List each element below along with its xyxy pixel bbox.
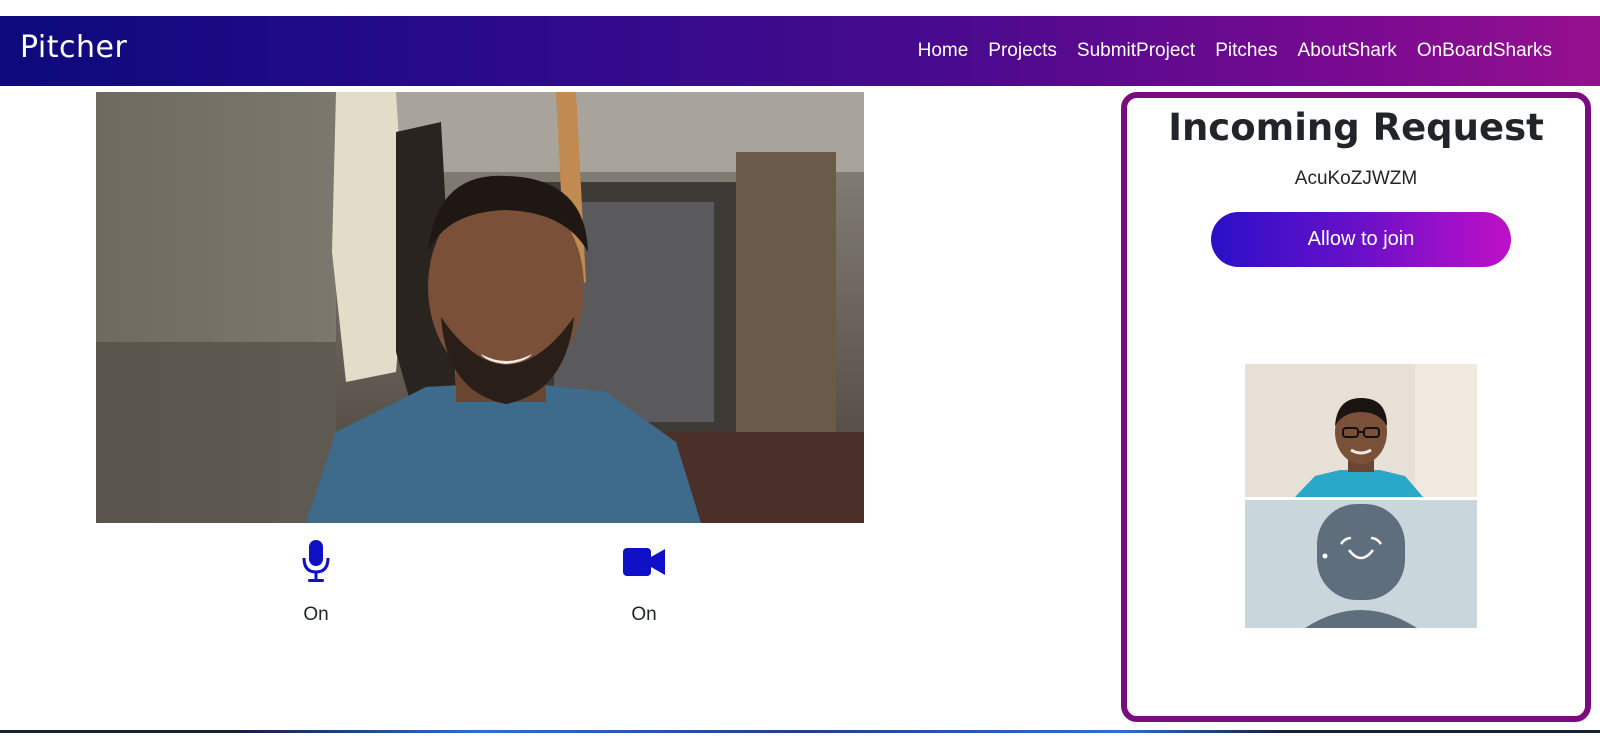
local-video-feed (96, 92, 864, 523)
default-avatar-icon (1245, 500, 1477, 628)
nav-link-onboard-sharks[interactable]: OnBoardSharks (1407, 40, 1562, 62)
mic-status: On (303, 604, 329, 625)
placeholder-avatar-thumbnail (1245, 500, 1477, 628)
requester-video-thumbnail (1245, 364, 1477, 497)
video-camera-icon[interactable] (623, 540, 665, 584)
top-navbar: Pitcher Home Projects SubmitProject Pitc… (0, 16, 1600, 86)
media-controls: On On (0, 540, 1000, 640)
requester-id: AcuKoZJWZM (1294, 168, 1418, 189)
camera-status: On (631, 604, 657, 625)
incoming-request-panel: Incoming Request AcuKoZJWZM Allow to joi… (1121, 92, 1591, 722)
brand-logo[interactable]: Pitcher (20, 30, 127, 65)
bottom-divider (0, 730, 1600, 733)
mic-control: On (276, 540, 356, 626)
allow-to-join-button[interactable]: Allow to join (1211, 212, 1511, 267)
nav-links: Home Projects SubmitProject Pitches Abou… (908, 40, 1562, 62)
microphone-icon[interactable] (301, 540, 331, 584)
nav-link-home[interactable]: Home (908, 40, 979, 62)
requester-video-image (1245, 364, 1477, 497)
request-title: Incoming Request (1168, 106, 1544, 149)
nav-link-about-shark[interactable]: AboutShark (1288, 40, 1407, 62)
camera-control: On (604, 540, 684, 626)
nav-link-submit-project[interactable]: SubmitProject (1067, 40, 1205, 62)
video-frame-image (96, 92, 864, 523)
nav-link-pitches[interactable]: Pitches (1205, 40, 1287, 62)
nav-link-projects[interactable]: Projects (978, 40, 1067, 62)
